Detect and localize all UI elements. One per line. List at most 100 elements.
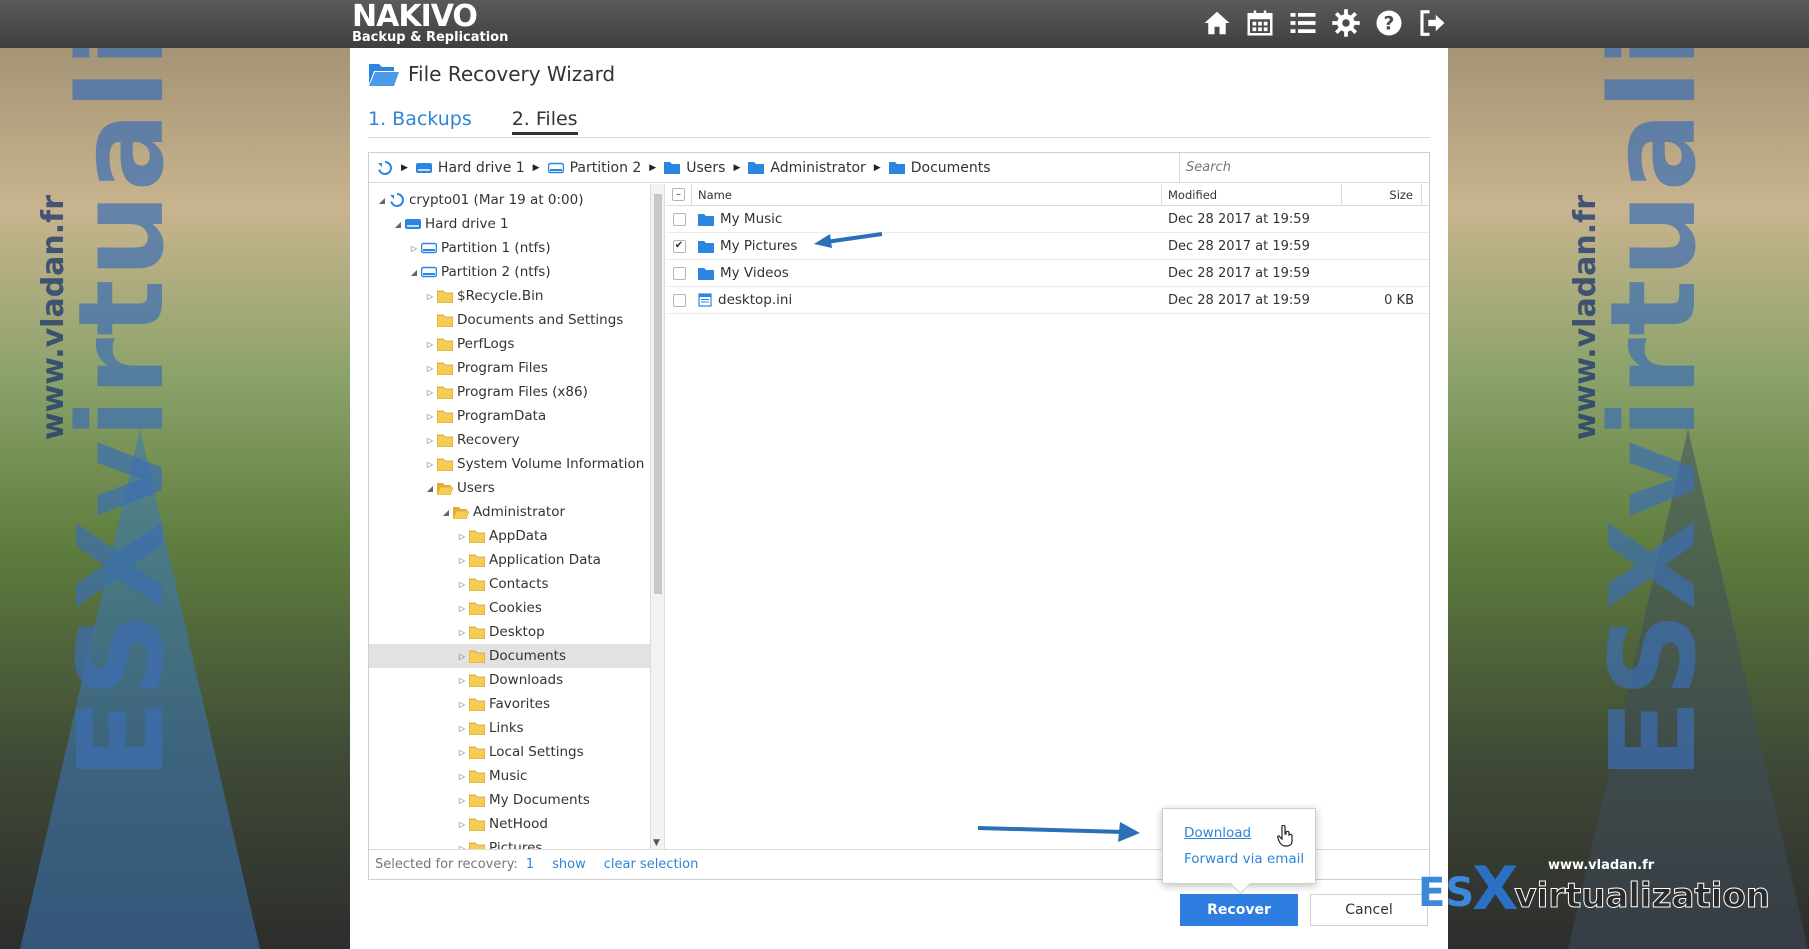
expand-icon[interactable]: ▷ [425,292,435,301]
tree-item[interactable]: ▷ Desktop [369,620,650,644]
row-checkbox[interactable] [666,293,692,307]
collapse-icon[interactable]: ◢ [393,220,403,229]
tree-item[interactable]: ▷ Favorites [369,692,650,716]
tree-item[interactable]: ▷ Program Files (x86) [369,380,650,404]
breadcrumb-partition[interactable]: Partition 2 [547,160,641,176]
tree-item[interactable]: ▷ Local Settings [369,740,650,764]
collapse-icon[interactable]: ◢ [425,484,435,493]
select-all-checkbox[interactable]: – [666,184,692,205]
collapse-icon[interactable]: ◢ [409,268,419,277]
tree-item[interactable]: ▷ Application Data [369,548,650,572]
expand-icon[interactable]: ▷ [457,700,467,709]
expand-icon[interactable]: ▷ [409,244,419,253]
list-icon[interactable] [1286,6,1319,40]
row-checkbox[interactable]: ✔ [666,239,692,253]
tree-item[interactable]: ▷ PerfLogs [369,332,650,356]
expand-icon[interactable]: ▷ [457,580,467,589]
expand-icon[interactable]: ▷ [425,364,435,373]
search-input[interactable] [1179,153,1429,182]
scrollbar-thumb[interactable] [654,194,662,594]
tree-item[interactable]: ▷ Downloads [369,668,650,692]
expand-icon[interactable]: ▷ [457,676,467,685]
logout-icon[interactable] [1415,6,1448,40]
expand-icon[interactable]: ▷ [425,436,435,445]
expand-icon[interactable]: ▷ [457,724,467,733]
breadcrumb-users[interactable]: Users [664,160,725,176]
checkbox[interactable] [672,212,686,226]
expand-icon[interactable]: ▷ [457,820,467,829]
collapse-icon[interactable]: ◢ [441,508,451,517]
collapse-icon[interactable]: ◢ [377,196,387,205]
expand-icon[interactable]: ▷ [425,460,435,469]
tree-item[interactable]: ◢ Users [369,476,650,500]
help-icon[interactable]: ? [1372,6,1405,40]
table-row[interactable]: ✔ My Pictures Dec 28 2017 at 19:59 [666,233,1429,260]
tree-item[interactable]: ▷ Cookies [369,596,650,620]
tree-item[interactable]: ▷ ProgramData [369,404,650,428]
breadcrumb-documents[interactable]: Documents [888,160,991,176]
tree-item[interactable]: ▷ $Recycle.Bin [369,284,650,308]
gear-icon[interactable] [1329,6,1362,40]
tree-item[interactable]: Documents and Settings [369,308,650,332]
column-size[interactable]: Size [1342,184,1422,205]
tree-item-label: ProgramData [457,408,547,424]
expand-icon[interactable]: ▷ [457,628,467,637]
table-row[interactable]: My Music Dec 28 2017 at 19:59 [666,206,1429,233]
expand-icon[interactable]: ▷ [457,748,467,757]
show-link[interactable]: show [552,857,586,872]
table-row[interactable]: My Videos Dec 28 2017 at 19:59 [666,260,1429,287]
scroll-down-icon[interactable]: ▼ [653,838,660,848]
download-option[interactable]: Download [1184,825,1251,841]
tree-item[interactable]: ▷ System Volume Information [369,452,650,476]
tree-item[interactable]: ▷ Pictures [369,836,650,850]
breadcrumb-hard-drive[interactable]: Hard drive 1 [415,160,525,176]
forward-email-option[interactable]: Forward via email [1184,851,1304,867]
tree-item[interactable]: ▷ Recovery [369,428,650,452]
tree-item[interactable]: ◢ Hard drive 1 [369,212,650,236]
tree-item[interactable]: ▷ NetHood [369,812,650,836]
expand-icon[interactable]: ▷ [425,388,435,397]
tree-item[interactable]: ▷ My Documents [369,788,650,812]
refresh-icon[interactable] [377,160,393,176]
calendar-icon[interactable] [1243,6,1276,40]
expand-icon[interactable]: ▷ [425,340,435,349]
checkbox[interactable]: – [672,188,685,201]
selected-label: Selected for recovery: [375,857,518,872]
column-modified[interactable]: Modified [1162,184,1342,205]
recover-button[interactable]: Recover [1180,894,1298,926]
expand-icon[interactable]: ▷ [457,796,467,805]
step-backups[interactable]: 1. Backups [368,108,472,135]
expand-icon[interactable]: ▷ [425,412,435,421]
expand-icon[interactable]: ▷ [457,604,467,613]
checkbox[interactable]: ✔ [672,239,686,253]
tree-item[interactable]: ▷ Partition 1 (ntfs) [369,236,650,260]
cancel-button[interactable]: Cancel [1310,894,1428,926]
tree-item[interactable]: ▷ Documents [369,644,650,668]
tree-item[interactable]: ▷ Contacts [369,572,650,596]
tree-item[interactable]: ▷ Links [369,716,650,740]
expand-icon[interactable]: ▷ [457,652,467,661]
step-files[interactable]: 2. Files [511,108,578,135]
tree-item-label: NetHood [489,816,548,832]
expand-icon[interactable]: ▷ [457,556,467,565]
checkbox[interactable] [672,266,686,280]
tree-item[interactable]: ▷ Program Files [369,356,650,380]
column-name[interactable]: Name [692,184,1162,205]
checkbox[interactable] [672,293,686,307]
tree-item[interactable]: ▷ Music [369,764,650,788]
expand-icon[interactable]: ▷ [457,772,467,781]
tree-item-label: Music [489,768,528,784]
tree-scrollbar[interactable]: ▼ [651,184,665,850]
expand-icon[interactable]: ▷ [457,532,467,541]
table-row[interactable]: desktop.ini Dec 28 2017 at 19:59 0 KB [666,287,1429,314]
breadcrumb-administrator[interactable]: Administrator [748,160,866,176]
tree-item[interactable]: ◢ crypto01 (Mar 19 at 0:00) [369,188,650,212]
clear-selection-link[interactable]: clear selection [604,857,699,872]
tree-item[interactable]: ◢ Administrator [369,500,650,524]
home-icon[interactable] [1200,6,1233,40]
tree-item[interactable]: ▷ AppData [369,524,650,548]
row-checkbox[interactable] [666,212,692,226]
app-logo[interactable]: NAKIVO Backup & Replication [352,2,508,45]
row-checkbox[interactable] [666,266,692,280]
tree-item[interactable]: ◢ Partition 2 (ntfs) [369,260,650,284]
